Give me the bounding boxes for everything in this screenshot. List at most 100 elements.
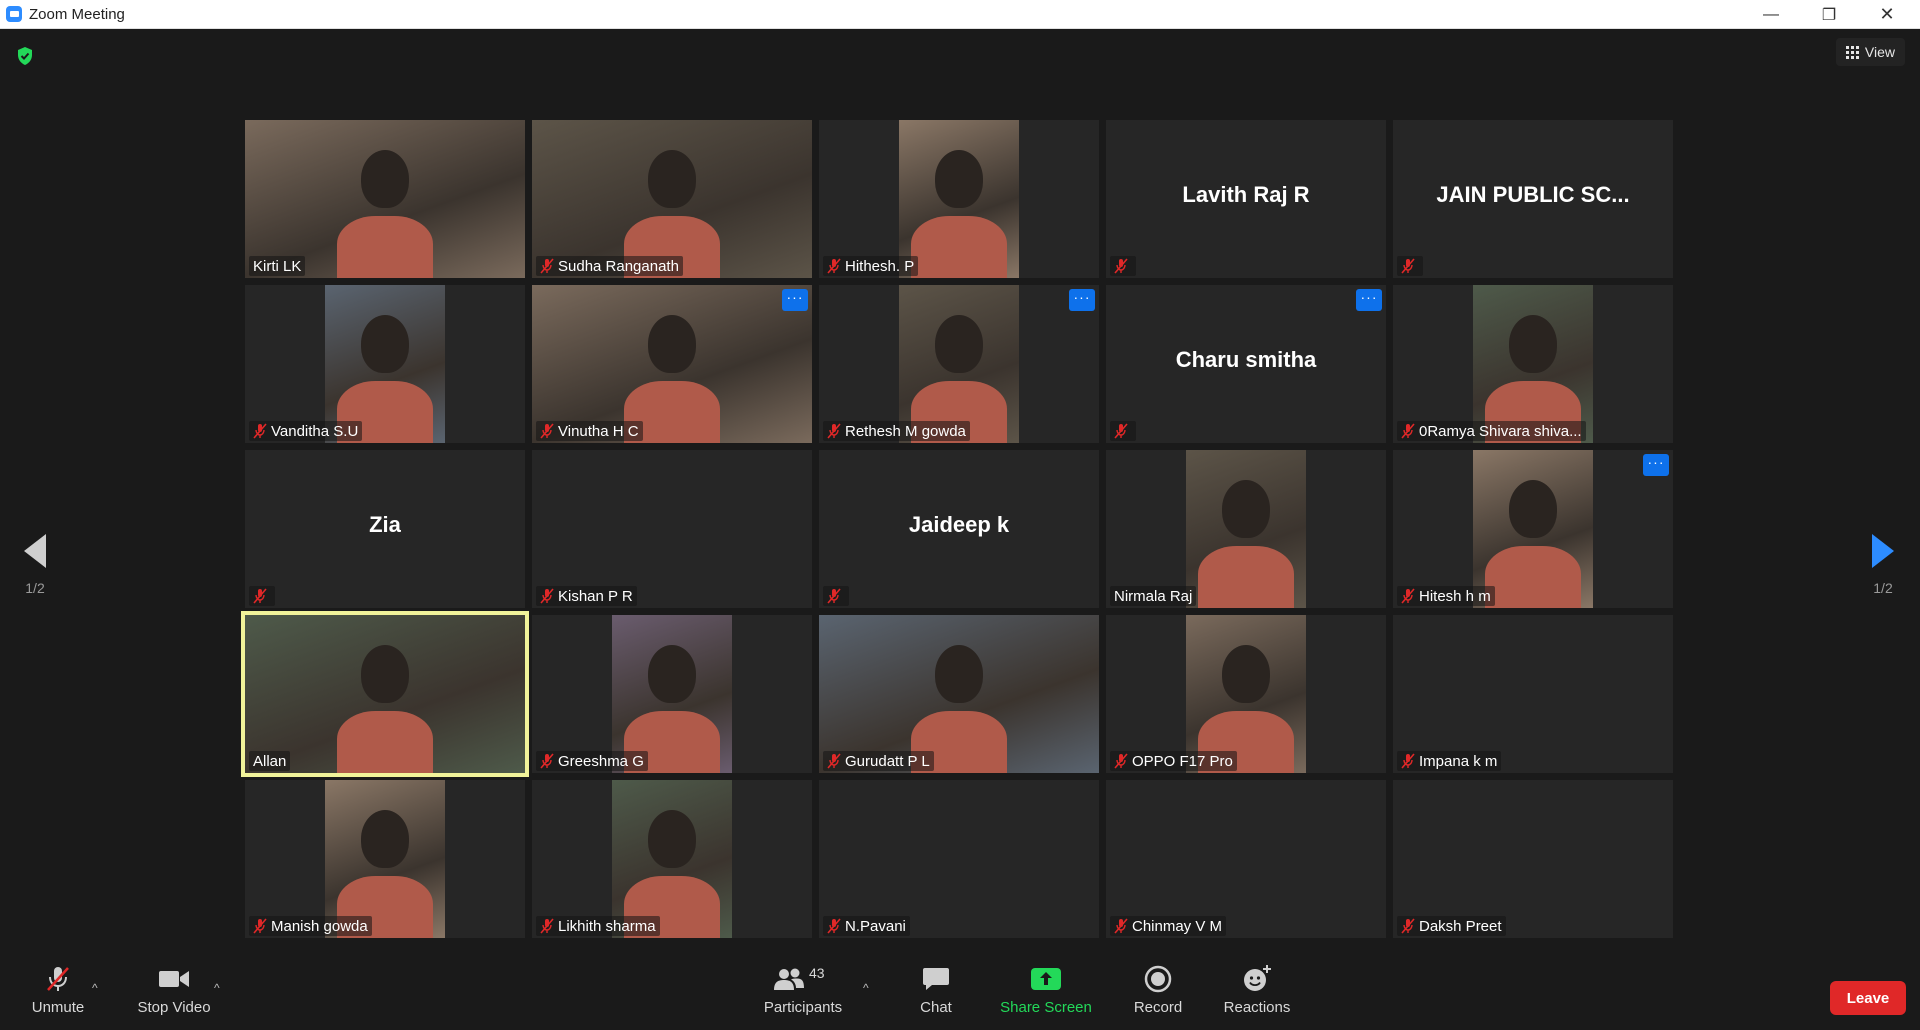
participant-name-card: Charu smitha [1175,347,1317,372]
participant-tile[interactable]: Charu smitha ··· [1106,285,1386,443]
meeting-stage: View 1/2 1/2 Kirti LK Sudha Ranganath Hith… [0,29,1920,951]
audio-options-caret[interactable]: ^ [92,981,98,995]
person-body [1198,546,1294,608]
participant-name-label: Chinmay V M [1110,916,1227,936]
more-options-button[interactable]: ··· [782,289,808,311]
chat-button[interactable]: Chat [906,951,966,1030]
video-camera-icon [158,965,190,993]
participant-name-label: OPPO F17 Pro [1110,751,1237,771]
participant-tile[interactable]: Gurudatt P L [819,615,1099,773]
participant-name-label [1397,256,1423,276]
participant-name: Vanditha S.U [271,422,359,440]
participant-tile[interactable]: Lavith Raj R [1106,120,1386,278]
zoom-app-icon [6,6,22,22]
participant-name-label: Vinutha H C [536,421,643,441]
participant-tile[interactable]: Zia [245,450,525,608]
participant-name-label: Likhith sharma [536,916,660,936]
participant-video [1186,615,1306,773]
participant-name-label: Nirmala Raj [1110,586,1197,606]
participant-name-label: Manish gowda [249,916,372,936]
participant-tile[interactable]: Kishan P R [532,450,812,608]
view-button[interactable]: View [1835,38,1905,66]
participant-tile[interactable]: Sudha Ranganath [532,120,812,278]
more-options-button[interactable]: ··· [1643,454,1669,476]
participant-name: OPPO F17 Pro [1132,752,1233,770]
participant-tile[interactable]: Manish gowda [245,780,525,938]
participant-tile[interactable]: Vanditha S.U [245,285,525,443]
participants-button[interactable]: 43 Participants [758,951,848,1030]
grid-view-icon [1845,45,1859,59]
participant-name: Manish gowda [271,917,368,935]
person-silhouette [935,645,983,703]
muted-mic-icon [540,588,554,604]
close-button[interactable]: ✕ [1858,0,1916,29]
muted-mic-icon [1114,918,1128,934]
participants-options-caret[interactable]: ^ [863,981,869,995]
participant-name-label [1110,256,1136,276]
participant-name: Kirti LK [253,257,302,275]
participant-tile[interactable]: JAIN PUBLIC SC... [1393,120,1673,278]
participant-name-card: Lavith Raj R [1182,182,1310,207]
participant-tile[interactable]: Greeshma G [532,615,812,773]
reactions-button[interactable]: Reactions [1220,951,1294,1030]
participant-tile[interactable]: Chinmay V M [1106,780,1386,938]
participant-tile[interactable]: Jaideep k [819,450,1099,608]
participant-name-label: Greeshma G [536,751,648,771]
person-silhouette [1222,480,1270,538]
participant-video [1473,450,1593,608]
participant-video [819,615,1099,773]
record-button[interactable]: Record [1128,951,1188,1030]
minimize-button[interactable]: — [1742,0,1800,29]
participant-tile[interactable]: Allan [241,611,529,777]
participant-tile[interactable]: Daksh Preet [1393,780,1673,938]
participant-tile[interactable]: Nirmala Raj [1106,450,1386,608]
share-screen-button[interactable]: Share Screen [996,951,1096,1030]
participant-tile[interactable]: OPPO F17 Pro [1106,615,1386,773]
left-arrow-icon [24,533,46,568]
muted-mic-icon [827,423,841,439]
more-options-button[interactable]: ··· [1356,289,1382,311]
participant-tile[interactable]: ··· Hitesh h m [1393,450,1673,608]
participant-name: Daksh Preet [1419,917,1502,935]
maximize-button[interactable]: ❐ [1800,0,1858,29]
person-silhouette [1222,645,1270,703]
view-label: View [1864,44,1895,60]
leave-button[interactable]: Leave [1830,981,1906,1015]
participant-name-label: Kishan P R [536,586,637,606]
participant-name-card: Zia [369,512,401,537]
participant-tile[interactable]: ··· Vinutha H C [532,285,812,443]
muted-mic-icon [827,918,841,934]
unmute-button[interactable]: Unmute [28,951,88,1030]
participant-video [245,120,525,278]
stop-video-button[interactable]: Stop Video [134,951,214,1030]
participant-name-label [1110,421,1136,441]
participant-name-label: Kirti LK [249,256,306,276]
participant-name-label: Sudha Ranganath [536,256,683,276]
participant-tile[interactable]: N.Pavani [819,780,1099,938]
stop-video-label: Stop Video [137,999,211,1016]
person-silhouette [648,645,696,703]
participant-tile[interactable]: Kirti LK [245,120,525,278]
participant-tile[interactable]: ··· Rethesh M gowda [819,285,1099,443]
participant-name-label: Gurudatt P L [823,751,934,771]
more-options-button[interactable]: ··· [1069,289,1095,311]
participant-name: Greeshma G [558,752,644,770]
person-silhouette [648,150,696,208]
encryption-shield-icon[interactable] [16,46,34,66]
muted-mic-icon [1401,258,1415,274]
participant-tile[interactable]: Likhith sharma [532,780,812,938]
participant-tile[interactable]: Hithesh. P [819,120,1099,278]
participant-video [899,285,1019,443]
participant-tile[interactable]: Impana k m [1393,615,1673,773]
page-indicator-right: 1/2 [1873,579,1893,596]
video-options-caret[interactable]: ^ [214,981,220,995]
participant-name: Kishan P R [558,587,633,605]
previous-page-button[interactable]: 1/2 [0,507,70,622]
window-title: Zoom Meeting [29,5,125,23]
person-silhouette [935,315,983,373]
participant-video [1473,285,1593,443]
record-icon [1144,965,1172,993]
participant-name: Hitesh h m [1419,587,1491,605]
next-page-button[interactable]: 1/2 [1848,507,1918,622]
participant-tile[interactable]: 0Ramya Shivara shiva... [1393,285,1673,443]
